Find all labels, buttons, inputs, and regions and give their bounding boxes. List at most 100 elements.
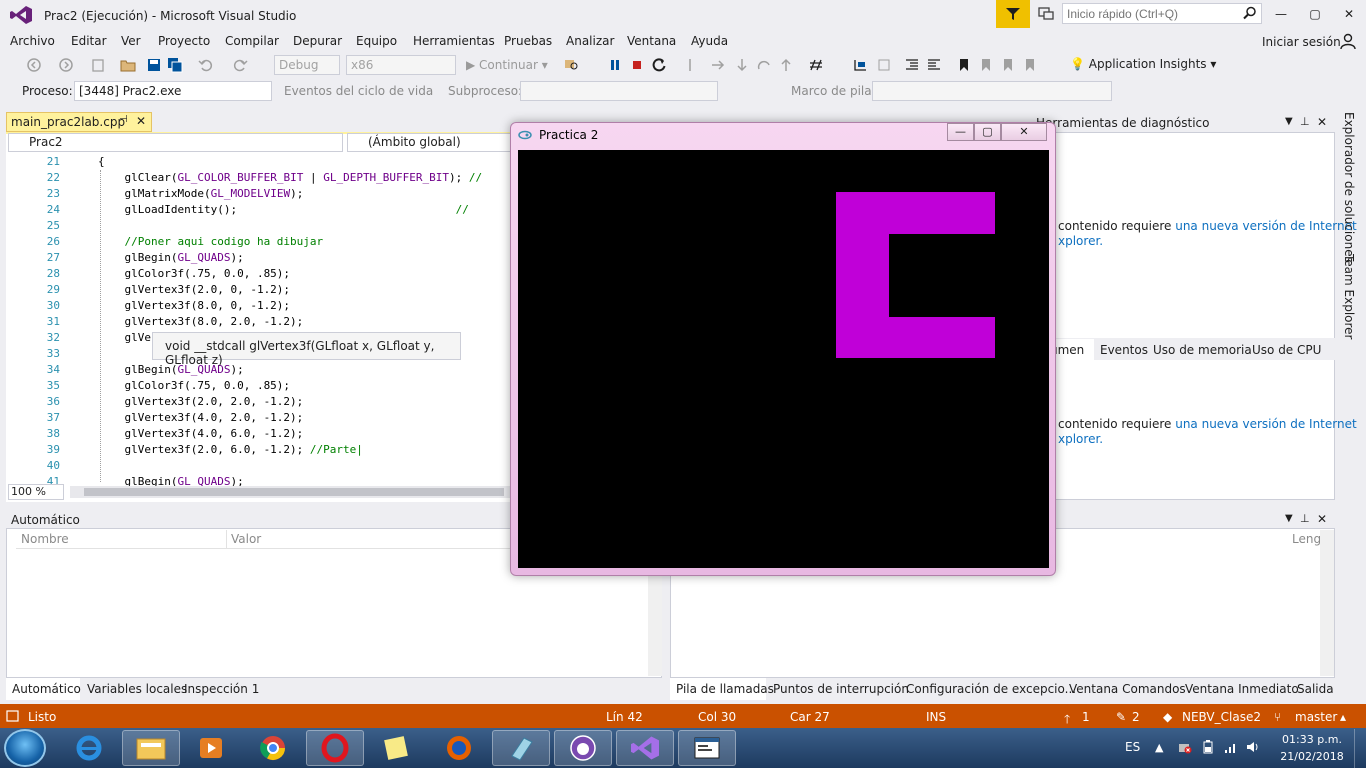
update-link-continued[interactable]: xplorer. [1058, 432, 1103, 446]
menu-ver[interactable]: Ver [121, 34, 141, 48]
code-line[interactable]: glVertex3f(2.0, 0, -1.2); [98, 283, 290, 296]
update-link-continued[interactable]: xplorer. [1058, 234, 1103, 248]
open-folder-icon[interactable] [120, 57, 136, 73]
taskbar-internet-explorer[interactable] [60, 730, 118, 766]
outdent-icon[interactable] [904, 57, 920, 73]
tab-autos[interactable]: Automático [12, 682, 81, 696]
tab-events[interactable]: Eventos [1100, 343, 1148, 357]
tab-memory-usage[interactable]: Uso de memoria [1153, 343, 1252, 357]
panel-close-icon[interactable]: ✕ [1317, 512, 1327, 526]
taskbar-opera[interactable] [306, 730, 364, 766]
branch-name[interactable]: master [1295, 710, 1337, 724]
show-hidden-icons[interactable]: ▲ [1155, 741, 1163, 754]
panel-pin-icon[interactable]: ⊥ [1300, 512, 1310, 525]
pin-icon[interactable]: ⊣ [119, 114, 128, 125]
hex-display-icon[interactable] [808, 57, 824, 73]
code-line[interactable]: glVertex3f(2.0, 6.0, -1.2); //Parte| [98, 443, 362, 456]
step-into-icon[interactable] [710, 57, 726, 73]
menu-analizar[interactable]: Analizar [566, 34, 614, 48]
menu-proyecto[interactable]: Proyecto [158, 34, 210, 48]
code-line[interactable]: glVertex3f(4.0, 6.0, -1.2); [98, 427, 303, 440]
clock-time[interactable]: 01:33 p.m. [1282, 733, 1342, 746]
opengl-canvas[interactable] [518, 150, 1049, 568]
stack-frame-select[interactable] [872, 81, 1112, 101]
pause-icon[interactable] [607, 57, 623, 73]
back-icon[interactable] [26, 57, 42, 73]
tab-cpu-usage[interactable]: Uso de CPU [1252, 343, 1321, 357]
thread-select[interactable] [520, 81, 718, 101]
update-link[interactable]: una nueva versión de Internet [1175, 417, 1356, 431]
menu-pruebas[interactable]: Pruebas [504, 34, 552, 48]
new-project-icon[interactable] [90, 57, 106, 73]
continue-button[interactable]: ▶ Continuar ▾ [466, 58, 548, 72]
repository-name[interactable]: NEBV_Clase2 [1182, 710, 1261, 724]
restart-icon[interactable] [651, 57, 667, 73]
account-icon[interactable] [1340, 33, 1356, 49]
code-line[interactable]: glVe [98, 331, 151, 344]
tab-team-explorer[interactable]: Team Explorer [1342, 254, 1356, 340]
save-icon[interactable] [146, 57, 162, 73]
threads-icon[interactable] [852, 57, 868, 73]
forward-icon[interactable] [58, 57, 74, 73]
menu-depurar[interactable]: Depurar [293, 34, 342, 48]
find-icon[interactable] [563, 57, 579, 73]
network-warning-icon[interactable] [1178, 740, 1192, 754]
code-line[interactable]: glBegin(GL_QUADS); [98, 251, 243, 264]
feedback-filter-button[interactable] [996, 0, 1030, 28]
step-up-icon[interactable] [778, 57, 794, 73]
code-line[interactable]: glColor3f(.75, 0.0, .85); [98, 267, 290, 280]
language-indicator[interactable]: ES [1125, 740, 1140, 754]
search-icon[interactable] [1243, 6, 1257, 20]
sign-in-link[interactable]: Iniciar sesión [1262, 35, 1341, 49]
clock-date[interactable]: 21/02/2018 [1280, 750, 1344, 763]
close-tab-icon[interactable]: ✕ [136, 114, 146, 128]
code-line[interactable]: glVertex3f(8.0, 2.0, -1.2); [98, 315, 303, 328]
code-line[interactable]: glMatrixMode(GL_MODELVIEW); [98, 187, 303, 200]
show-desktop-button[interactable] [1354, 729, 1366, 768]
practica-minimize-button[interactable]: — [947, 123, 974, 141]
application-insights-button[interactable]: 💡 Application Insights ▾ [1070, 57, 1216, 71]
process-select[interactable]: [3448] Prac2.exe [74, 81, 272, 101]
maximize-button[interactable]: ▢ [1302, 4, 1328, 24]
stop-icon[interactable] [629, 57, 645, 73]
battery-icon[interactable] [1202, 740, 1214, 754]
tab-watch-1[interactable]: Inspección 1 [184, 682, 259, 696]
zoom-select[interactable]: 100 % [8, 484, 64, 500]
panel-menu-icon[interactable]: ▼ [1285, 513, 1293, 524]
taskbar-chrome[interactable] [244, 730, 302, 766]
code-line[interactable]: { [98, 155, 105, 168]
practica-close-button[interactable]: ✕ [1001, 123, 1047, 141]
start-button[interactable] [4, 729, 46, 767]
menu-editar[interactable]: Editar [71, 34, 107, 48]
tab-main-prac2lab[interactable]: main_prac2lab.cpp [6, 112, 152, 132]
lifecycle-events-button[interactable]: Eventos del ciclo de vida [284, 84, 433, 98]
column-header-value[interactable]: Valor [231, 532, 261, 546]
menu-ventana[interactable]: Ventana [627, 34, 676, 48]
feedback-icon[interactable] [1037, 5, 1055, 23]
horizontal-scrollbar-thumb[interactable] [84, 488, 504, 496]
scope-navigation-select[interactable]: (Ámbito global) [347, 133, 512, 152]
taskbar-visual-studio[interactable] [616, 730, 674, 766]
callstack-vertical-scrollbar[interactable] [1320, 530, 1334, 676]
volume-icon[interactable] [1246, 740, 1260, 754]
code-line[interactable]: glLoadIdentity(); // [98, 203, 468, 216]
step-over-icon[interactable] [734, 57, 750, 73]
quick-launch-input[interactable] [1062, 3, 1262, 24]
column-header-language[interactable]: Leng [1292, 532, 1321, 546]
code-line[interactable]: //Poner aqui codigo ha dibujar [98, 235, 323, 248]
taskbar-github-desktop[interactable] [554, 730, 612, 766]
menu-ayuda[interactable]: Ayuda [691, 34, 728, 48]
code-line[interactable]: glClear(GL_COLOR_BUFFER_BIT | GL_DEPTH_B… [98, 171, 482, 184]
panel-close-icon[interactable]: ✕ [1317, 115, 1327, 129]
menu-equipo[interactable]: Equipo [356, 34, 397, 48]
prev-bookmark-icon[interactable] [978, 57, 994, 73]
bookmark-icon[interactable] [956, 57, 972, 73]
tab-output[interactable]: Salida [1297, 682, 1334, 696]
indent-icon[interactable] [926, 57, 942, 73]
tab-command-window[interactable]: Ventana Comandos [1069, 682, 1186, 696]
taskbar-practica-window[interactable] [678, 730, 736, 766]
code-line[interactable]: glVertex3f(4.0, 2.0, -1.2); [98, 411, 303, 424]
tab-exception-settings[interactable]: Configuración de excepcio... [906, 682, 1076, 696]
clear-bookmarks-icon[interactable] [1022, 57, 1038, 73]
column-header-name[interactable]: Nombre [21, 532, 69, 546]
